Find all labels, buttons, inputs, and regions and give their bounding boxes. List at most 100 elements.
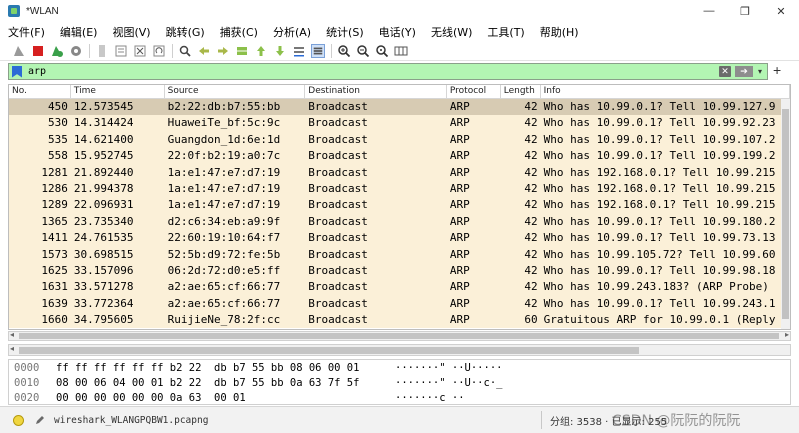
shark-fin-icon[interactable]: [12, 44, 26, 58]
packet-cell-time: 33.157096: [73, 263, 134, 277]
packet-row[interactable]: 1639 33.772364 a2:ae:65:cf:66:77 Broadcast A…: [9, 295, 790, 313]
packet-list-vscrollbar[interactable]: [781, 99, 790, 329]
column-header-source[interactable]: Source: [165, 85, 306, 98]
resize-columns-icon[interactable]: [394, 44, 408, 58]
column-header-destination[interactable]: Destination: [305, 85, 447, 98]
packet-cell-time: 33.772364: [73, 296, 134, 310]
open-file-icon[interactable]: [95, 44, 109, 58]
bytes-ascii[interactable]: ·······" ··U·····: [395, 361, 555, 375]
column-header-no[interactable]: No.: [9, 85, 71, 98]
last-packet-icon[interactable]: [273, 44, 287, 58]
packet-row[interactable]: 1289 22.096931 1a:e1:47:e7:d7:19 Broadcast A…: [9, 197, 790, 214]
packet-cell-dst: Broadcast: [308, 181, 368, 195]
packet-cell-len: 42: [524, 280, 538, 294]
expert-info-icon[interactable]: [13, 414, 24, 426]
packet-row[interactable]: 1573 30.698515 52:5b:d9:72:fe:5b Broadcast A…: [9, 246, 790, 263]
maximize-button[interactable]: ❐: [727, 0, 763, 22]
packet-cell-no: 1625: [41, 263, 68, 277]
menu-capture[interactable]: 捕获(C): [220, 24, 258, 40]
packet-cell-info: Who has 10.99.0.1? Tell 10.99.107.2: [543, 132, 776, 146]
packet-cell-src: 22:0f:b2:19:a0:7c: [167, 149, 281, 163]
scroll-thumb[interactable]: [782, 109, 789, 319]
menu-go[interactable]: 跳转(G): [166, 24, 205, 40]
packet-row[interactable]: 1631 33.571278 a2:ae:65:cf:66:77 Broadcast A…: [9, 279, 790, 296]
close-file-icon[interactable]: [133, 44, 147, 58]
packet-row[interactable]: 1411 24.761535 22:60:19:10:64:f7 Broadcast A…: [9, 230, 790, 247]
stop-icon[interactable]: [31, 44, 45, 58]
menu-tools[interactable]: 工具(T): [487, 24, 524, 40]
packet-cell-proto: ARP: [449, 181, 470, 195]
minimize-button[interactable]: —: [691, 0, 727, 22]
capture-comment-icon[interactable]: [34, 414, 46, 426]
packet-cell-proto: ARP: [449, 149, 470, 163]
packet-cell-len: 42: [524, 198, 538, 212]
restart-icon[interactable]: [50, 44, 64, 58]
packet-cell-proto: ARP: [449, 132, 470, 146]
first-packet-icon[interactable]: [254, 44, 268, 58]
zoom-normal-icon[interactable]: [375, 44, 389, 58]
column-header-length[interactable]: Length: [501, 85, 541, 98]
packet-cell-info: Who has 192.168.0.1? Tell 10.99.215: [543, 165, 776, 179]
menu-view[interactable]: 视图(V): [112, 24, 150, 40]
scroll-thumb[interactable]: [19, 333, 779, 339]
scroll-right-icon[interactable]: ▸: [785, 330, 789, 339]
options-gear-icon[interactable]: [69, 44, 83, 58]
packet-list-header: No. Time Source Destination Protocol Len…: [9, 85, 790, 99]
auto-scroll-icon[interactable]: [292, 44, 306, 58]
add-filter-button[interactable]: +: [773, 62, 781, 78]
scroll-left-icon[interactable]: ◂: [10, 344, 14, 353]
bytes-hex[interactable]: 08 00 06 04 00 01 b2 22 db b7 55 bb 0a 6…: [53, 376, 395, 390]
go-back-icon[interactable]: [197, 44, 211, 58]
menu-help[interactable]: 帮助(H): [540, 24, 579, 40]
scroll-left-icon[interactable]: ◂: [10, 330, 14, 339]
bytes-hex[interactable]: 00 00 00 00 00 00 0a 63 00 01: [53, 391, 395, 405]
chevron-down-icon[interactable]: ▾: [755, 66, 765, 77]
packet-row[interactable]: 1281 21.892440 1a:e1:47:e7:d7:19 Broadcast A…: [9, 164, 790, 181]
packet-row[interactable]: 450 12.573545 b2:22:db:b7:55:bb Broadcast AR…: [9, 99, 790, 116]
file-set-icon[interactable]: [114, 44, 128, 58]
column-header-info[interactable]: Info: [541, 85, 790, 98]
close-button[interactable]: ✕: [763, 0, 799, 22]
find-icon[interactable]: [178, 44, 192, 58]
menu-analyze[interactable]: 分析(A): [273, 24, 311, 40]
packet-row[interactable]: 1365 23.735340 d2:c6:34:eb:a9:9f Broadcast A…: [9, 213, 790, 231]
packet-cell-src: 52:5b:d9:72:fe:5b: [167, 247, 281, 261]
packet-cell-dst: Broadcast: [308, 116, 368, 130]
bookmark-icon[interactable]: [12, 65, 22, 78]
packet-row[interactable]: 1286 21.994378 1a:e1:47:e7:d7:19 Broadcast A…: [9, 180, 790, 198]
column-header-time[interactable]: Time: [71, 85, 165, 98]
display-filter-input[interactable]: arp: [28, 66, 46, 77]
toolbar-separator: [89, 43, 90, 58]
colorize-icon[interactable]: [311, 43, 325, 58]
column-header-protocol[interactable]: Protocol: [447, 85, 501, 98]
packet-cell-proto: ARP: [449, 313, 470, 327]
bytes-ascii[interactable]: ·······" ··U··c·_: [395, 376, 555, 390]
packet-cell-no: 1660: [41, 313, 68, 327]
packet-row[interactable]: 535 14.621400 Guangdon_1d:6e:1d Broadcast AR…: [9, 131, 790, 149]
packet-details-hscrollbar[interactable]: ◂: [8, 344, 791, 356]
bytes-hex[interactable]: ff ff ff ff ff ff b2 22 db b7 55 bb 08 0…: [53, 361, 395, 375]
scroll-thumb[interactable]: [19, 347, 639, 354]
packet-row[interactable]: 530 14.314424 HuaweiTe_bf:5c:9c Broadcast AR…: [9, 115, 790, 132]
packet-cell-time: 15.952745: [73, 149, 134, 163]
menu-file[interactable]: 文件(F): [8, 24, 45, 40]
menu-wireless[interactable]: 无线(W): [431, 24, 472, 40]
packet-row[interactable]: 1625 33.157096 06:2d:72:d0:e5:ff Broadcast A…: [9, 262, 790, 280]
apply-filter-icon[interactable]: ➔: [735, 66, 753, 77]
packet-row[interactable]: 558 15.952745 22:0f:b2:19:a0:7c Broadcast AR…: [9, 148, 790, 165]
packet-row[interactable]: 1660 34.795605 RuijieNe_78:2f:cc Broadcast A…: [9, 312, 790, 329]
menu-statistics[interactable]: 统计(S): [326, 24, 364, 40]
go-to-packet-icon[interactable]: [235, 44, 249, 58]
go-forward-icon[interactable]: [216, 44, 230, 58]
clear-filter-icon[interactable]: ✕: [719, 66, 731, 77]
packet-list-hscrollbar[interactable]: ◂ ▸: [8, 330, 791, 341]
zoom-in-icon[interactable]: [337, 44, 351, 58]
packet-cell-proto: ARP: [449, 116, 470, 130]
reload-icon[interactable]: [152, 44, 166, 58]
bytes-ascii[interactable]: ·······c ··: [395, 391, 555, 405]
menu-edit[interactable]: 编辑(E): [60, 24, 98, 40]
zoom-out-icon[interactable]: [356, 44, 370, 58]
bytes-offset: 0000: [14, 362, 40, 374]
menu-telephony[interactable]: 电话(Y): [379, 24, 416, 40]
packet-cell-len: 42: [524, 263, 538, 277]
